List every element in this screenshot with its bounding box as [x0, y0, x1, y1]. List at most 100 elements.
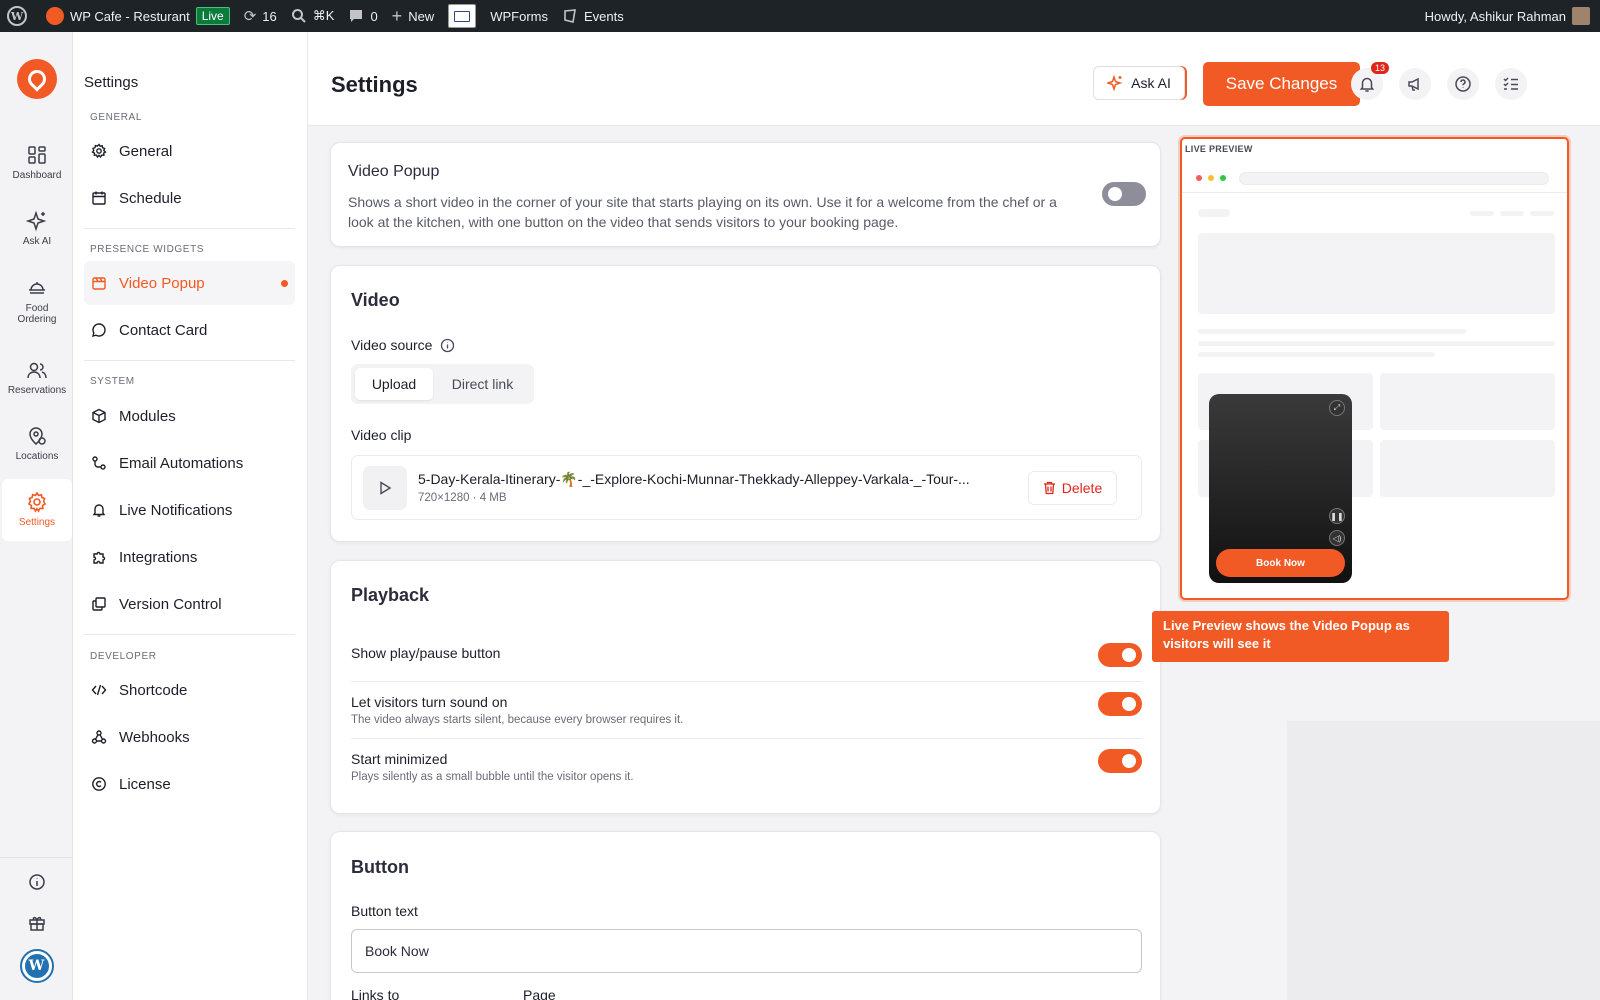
account-menu[interactable]: Howdy, Ashikur Rahman [1418, 0, 1600, 32]
rail-item-settings[interactable]: Settings [2, 479, 72, 541]
nav-item-shortcode[interactable]: Shortcode [84, 668, 295, 712]
icon-rail: Dashboard Ask AI Food Ordering Reservati… [0, 32, 73, 1000]
help-button[interactable] [1447, 68, 1479, 100]
preview-book-now-button[interactable]: Book Now [1216, 549, 1345, 577]
nav-item-version-control[interactable]: Version Control [84, 582, 295, 626]
nav-section-developer: DEVELOPER [90, 651, 157, 662]
bell-icon [1359, 77, 1375, 92]
nav-item-label: Version Control [119, 595, 222, 613]
nav-item-label: Email Automations [119, 454, 244, 472]
nav-item-label: General [119, 142, 173, 160]
background-shade [1287, 721, 1600, 1000]
nav-item-email-automations[interactable]: Email Automations [84, 441, 295, 485]
video-popup-enable-toggle[interactable] [1102, 182, 1146, 206]
cube-icon [92, 408, 106, 424]
intro-description: Shows a short video in the corner of you… [348, 194, 1057, 230]
wpcafe-logo-icon[interactable] [17, 59, 57, 99]
delete-video-button[interactable]: Delete [1028, 471, 1117, 505]
pause-icon[interactable]: ❚❚ [1329, 508, 1345, 524]
events-menu[interactable]: Events [555, 0, 631, 32]
video-source-label: Video source [351, 337, 433, 353]
gear-icon [27, 491, 47, 513]
rail-label: Food Ordering [17, 302, 57, 326]
gift-button[interactable] [0, 914, 73, 932]
announcements-button[interactable] [1399, 68, 1431, 100]
unsaved-dot [281, 279, 288, 287]
nav-item-label: Webhooks [119, 728, 190, 746]
video-source-upload-option[interactable]: Upload [355, 368, 433, 400]
sparkle-icon [1107, 75, 1123, 91]
playback-card-title: Playback [351, 585, 430, 605]
page-header: Settings Ask AI Save Changes 13 [308, 32, 1600, 126]
preview-video-popup[interactable]: ⤢ ❚❚ ◁) Book Now [1209, 394, 1352, 583]
nav-item-modules[interactable]: Modules [84, 394, 295, 438]
nav-item-webhooks[interactable]: Webhooks [84, 715, 295, 759]
rail-item-locations[interactable]: Locations [2, 413, 72, 475]
updates-menu[interactable]: ⟳ 16 [237, 0, 284, 32]
preview-placeholder [1198, 341, 1555, 346]
greeting: Howdy, Ashikur Rahman [1424, 8, 1566, 24]
notifications-button[interactable]: 13 [1351, 62, 1389, 100]
expand-icon[interactable]: ⤢ [1329, 400, 1345, 416]
nav-item-live-notifications[interactable]: Live Notifications [84, 488, 295, 532]
copyright-icon [92, 777, 106, 791]
button-card: Button Button text Links to Page [330, 831, 1161, 1000]
info-icon[interactable] [440, 338, 455, 353]
video-file-meta: 720×1280 · 4 MB [418, 492, 507, 504]
window-dot-icon [1208, 175, 1214, 181]
wordpress-button[interactable]: W [0, 949, 73, 983]
video-file-name: 5-Day-Kerala-Itinerary-🌴-_-Explore-Kochi… [418, 471, 970, 487]
nav-item-video-popup[interactable]: Video Popup [84, 261, 295, 305]
checklist-icon [1503, 77, 1518, 90]
video-source-direct-link-option[interactable]: Direct link [435, 368, 530, 400]
rail-item-reservations[interactable]: Reservations [2, 347, 72, 409]
rail-item-dashboard[interactable]: Dashboard [2, 132, 72, 194]
site-name-menu[interactable]: WP Cafe - Resturant Live [34, 0, 237, 32]
ask-ai-button[interactable]: Ask AI [1093, 66, 1185, 100]
events-label: Events [583, 8, 624, 24]
sound-on-label: Let visitors turn sound on [351, 694, 508, 710]
webhook-icon [91, 730, 107, 744]
window-dot-icon [1220, 175, 1226, 181]
rail-item-food-ordering[interactable]: Food Ordering [2, 268, 72, 334]
nav-item-license[interactable]: License [84, 762, 295, 806]
avatar [1572, 7, 1590, 25]
button-text-input[interactable] [351, 929, 1142, 973]
sound-icon[interactable]: ◁) [1329, 530, 1345, 546]
video-card-title: Video [351, 290, 400, 310]
show-play-pause-toggle[interactable] [1098, 643, 1142, 667]
wordpress-menu[interactable]: W [0, 0, 34, 32]
checklist-button[interactable] [1495, 68, 1527, 100]
plus-icon: + [391, 5, 403, 26]
nav-item-general[interactable]: General [84, 129, 295, 173]
save-changes-button[interactable]: Save Changes [1203, 62, 1360, 106]
nav-item-schedule[interactable]: Schedule [84, 176, 295, 220]
users-icon [27, 363, 47, 379]
new-content-menu[interactable]: + New [385, 0, 442, 32]
info-button[interactable] [0, 873, 73, 891]
video-card: Video Video source Upload Direct link Vi… [330, 265, 1161, 542]
search-menu[interactable]: ⌘K [284, 0, 342, 32]
video-play-button[interactable] [363, 466, 407, 510]
nav-item-integrations[interactable]: Integrations [84, 535, 295, 579]
nav-item-label: Modules [119, 407, 176, 425]
location-icon [29, 427, 46, 446]
monitor-menu[interactable] [441, 0, 483, 32]
monitor-icon [448, 4, 477, 28]
rail-item-ask-ai[interactable]: Ask AI [2, 198, 72, 260]
sound-on-toggle[interactable] [1098, 692, 1142, 716]
button-card-title: Button [351, 857, 409, 877]
rail-divider [0, 857, 73, 858]
links-to-label: Links to [351, 987, 400, 1000]
workflow-icon [92, 456, 106, 470]
wpforms-menu[interactable]: WPForms [483, 0, 555, 32]
nav-item-contact-card[interactable]: Contact Card [84, 308, 295, 352]
comments-menu[interactable]: 0 [341, 0, 384, 32]
nav-divider [84, 634, 295, 635]
row-divider [351, 681, 1142, 682]
refresh-icon: ⟳ [243, 8, 257, 25]
start-minimized-toggle[interactable] [1098, 749, 1142, 773]
trash-icon [1043, 481, 1055, 495]
preview-url-bar [1239, 172, 1549, 185]
play-icon [380, 481, 392, 495]
